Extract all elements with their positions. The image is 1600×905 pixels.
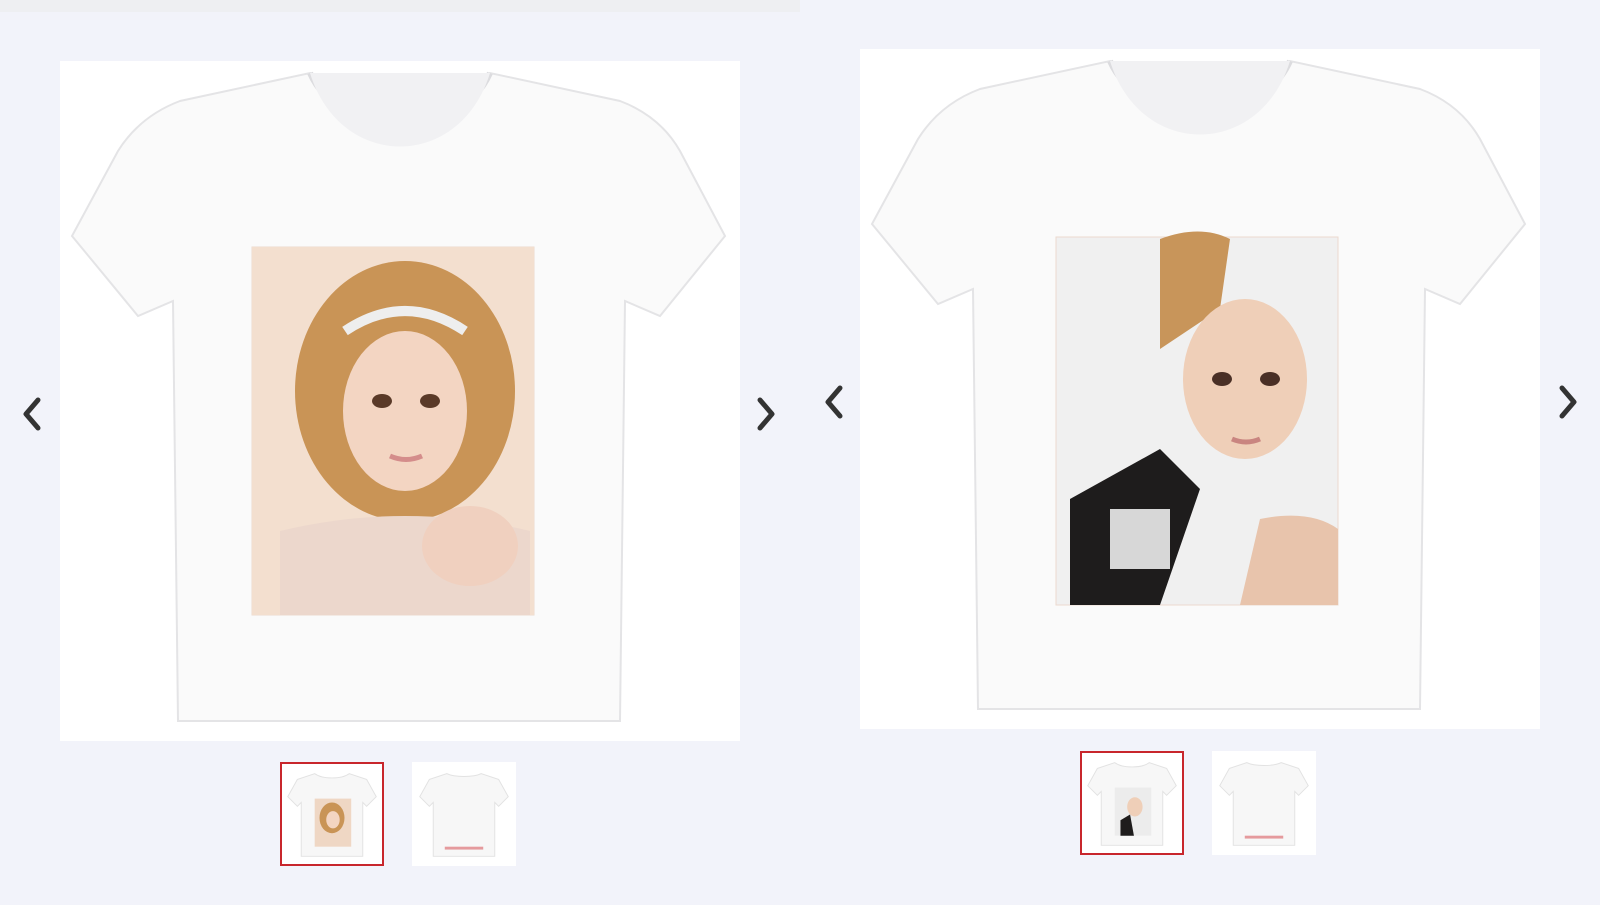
next-image-button[interactable] <box>1550 372 1586 432</box>
thumbnail-strip <box>1080 751 1316 855</box>
thumbnail-back[interactable] <box>412 762 516 866</box>
product-gallery-1 <box>0 0 800 905</box>
prev-image-button[interactable] <box>816 372 852 432</box>
chevron-left-icon <box>23 397 41 431</box>
thumbnail-image <box>1087 762 1177 846</box>
thumbnail-image <box>287 773 377 857</box>
thumbnail-front[interactable] <box>280 762 384 866</box>
tshirt-image <box>870 59 1527 710</box>
product-gallery-2 <box>800 0 1600 905</box>
tshirt-image <box>70 71 727 722</box>
chevron-right-icon <box>757 397 775 431</box>
chevron-left-icon <box>825 385 843 419</box>
thumbnail-image <box>1219 762 1309 846</box>
next-image-button[interactable] <box>748 384 784 444</box>
thumbnail-front[interactable] <box>1080 751 1184 855</box>
prev-image-button[interactable] <box>14 384 50 444</box>
main-product-image[interactable] <box>60 61 740 741</box>
thumbnail-image <box>419 773 509 857</box>
main-product-image[interactable] <box>860 49 1540 729</box>
thumbnail-strip <box>280 762 516 866</box>
thumbnail-back[interactable] <box>1212 751 1316 855</box>
chevron-right-icon <box>1559 385 1577 419</box>
